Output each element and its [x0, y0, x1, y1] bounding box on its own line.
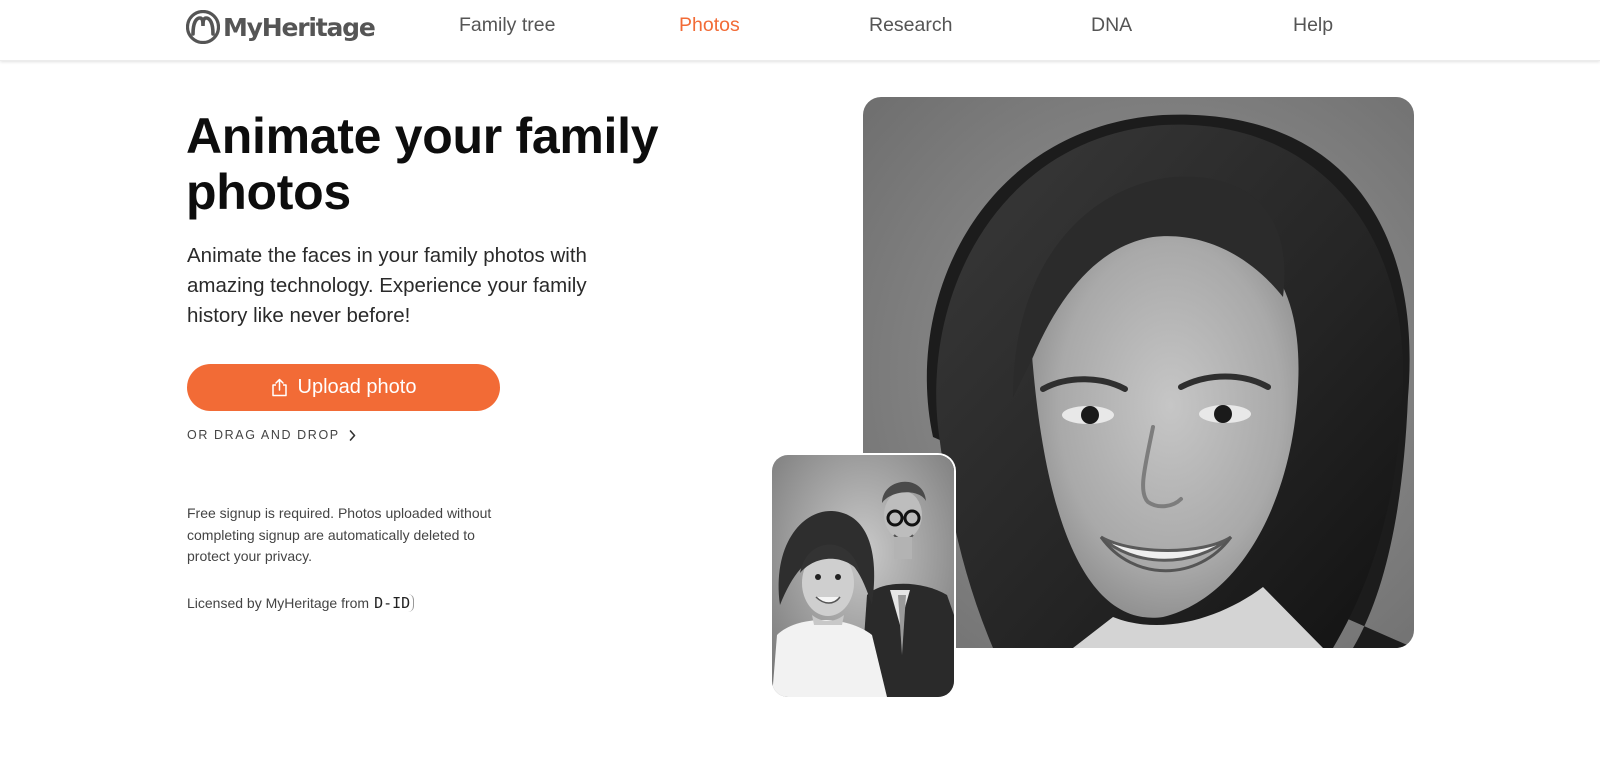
chevron-right-icon [349, 429, 356, 441]
upload-photo-label: Upload photo [297, 376, 417, 398]
upload-photo-button[interactable]: Upload photo [187, 364, 500, 411]
licensed-text: Licensed by MyHeritage from [187, 595, 370, 611]
upload-icon [271, 378, 287, 397]
privacy-notice: Free signup is required. Photos uploaded… [187, 505, 492, 564]
page-title: Animate your family photos [186, 108, 659, 220]
top-navigation-bar: MyHeritage Family tree Photos Research D… [0, 0, 1600, 61]
myheritage-logo-icon [186, 10, 220, 44]
logo-wordmark: MyHeritage [223, 12, 376, 42]
nav-dna[interactable]: DNA [1091, 14, 1132, 37]
original-couple-photo [772, 455, 954, 697]
hero-description: Animate the faces in your family photos … [187, 244, 587, 327]
nav-photos[interactable]: Photos [679, 14, 740, 37]
nav-family-tree[interactable]: Family tree [459, 14, 555, 37]
drag-and-drop-label: OR DRAG AND DROP [187, 428, 340, 442]
d-id-logo: D-ID [374, 594, 415, 612]
nav-research[interactable]: Research [869, 14, 952, 37]
license-credit: Licensed by MyHeritage from D-ID [187, 594, 415, 612]
drag-and-drop-link[interactable]: OR DRAG AND DROP [187, 428, 356, 442]
couple-portrait-image [772, 455, 954, 697]
nav-help[interactable]: Help [1293, 14, 1333, 37]
myheritage-logo[interactable]: MyHeritage [186, 10, 376, 44]
